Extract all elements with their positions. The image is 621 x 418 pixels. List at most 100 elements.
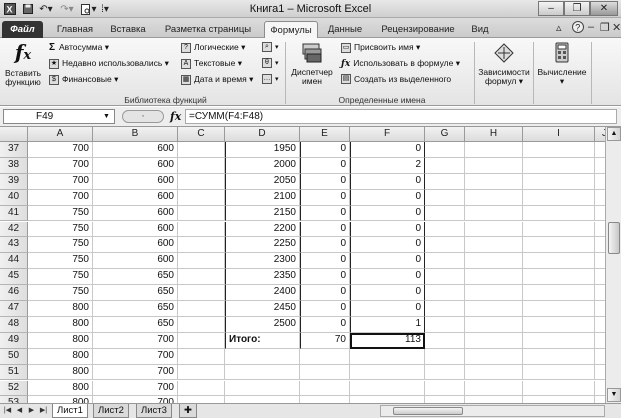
cell-b[interactable]: 700 — [93, 380, 178, 397]
column-header-g[interactable]: G — [425, 127, 465, 142]
cell-i[interactable] — [523, 380, 595, 397]
cell-j[interactable] — [595, 222, 605, 238]
cell-d[interactable]: 2000 — [225, 157, 300, 174]
cell-d[interactable]: 2050 — [225, 173, 300, 190]
cell-b[interactable]: 600 — [93, 157, 178, 174]
cell-a[interactable]: 700 — [28, 157, 93, 174]
sheet-tab-1[interactable]: Лист1 — [52, 404, 88, 418]
cell-f[interactable]: 1 — [350, 316, 425, 333]
cell-c[interactable] — [178, 396, 225, 403]
use-in-formula-button[interactable]: ƒx Использовать в формуле ▾ — [341, 58, 460, 69]
cell-d[interactable]: Итого: — [225, 332, 300, 349]
cell-h[interactable] — [465, 285, 523, 301]
cell-i[interactable] — [523, 364, 595, 381]
cell-g[interactable] — [425, 301, 465, 317]
cell-a[interactable]: 800 — [28, 316, 93, 333]
cell-b[interactable]: 600 — [93, 221, 178, 238]
cell-c[interactable] — [178, 348, 225, 365]
cell-a[interactable]: 750 — [28, 269, 93, 286]
column-header-d[interactable]: D — [225, 127, 300, 142]
scroll-up-arrow-icon[interactable]: ▲ — [607, 127, 621, 141]
cell-d[interactable] — [225, 396, 300, 403]
cell-i[interactable] — [523, 253, 595, 270]
cell-e[interactable]: 0 — [300, 253, 350, 270]
cell-a[interactable]: 800 — [28, 332, 93, 349]
cell-g[interactable] — [425, 364, 465, 381]
cell-f[interactable]: 2 — [350, 157, 425, 174]
cell-c[interactable] — [178, 173, 225, 190]
cell-g[interactable] — [425, 348, 465, 365]
row-header[interactable]: 38 — [0, 157, 28, 174]
tab-view[interactable]: Вид — [466, 21, 494, 38]
more-functions-button[interactable]: … ▾ — [262, 74, 279, 84]
row-header[interactable]: 37 — [0, 142, 28, 158]
cell-f[interactable]: 113 — [350, 332, 425, 349]
cell-a[interactable]: 800 — [28, 301, 93, 317]
cell-f[interactable]: 0 — [350, 301, 425, 317]
minimize-ribbon-icon[interactable]: ▵ — [556, 21, 562, 34]
cell-d[interactable] — [225, 348, 300, 365]
scroll-down-arrow-icon[interactable]: ▼ — [607, 388, 621, 402]
cell-a[interactable]: 750 — [28, 205, 93, 222]
cell-b[interactable]: 600 — [93, 237, 178, 254]
cell-d[interactable]: 2400 — [225, 285, 300, 301]
cell-j[interactable] — [595, 396, 605, 403]
row-header[interactable]: 51 — [0, 364, 28, 381]
cell-a[interactable]: 750 — [28, 253, 93, 270]
cell-f[interactable] — [350, 348, 425, 365]
row-header[interactable]: 53 — [0, 396, 28, 403]
cell-d[interactable] — [225, 364, 300, 381]
insert-function-button[interactable]: fx Вставить функцию — [2, 40, 44, 87]
row-header[interactable]: 41 — [0, 205, 28, 222]
cell-e[interactable]: 70 — [300, 332, 350, 349]
column-header-e[interactable]: E — [300, 127, 350, 142]
cell-i[interactable] — [523, 348, 595, 365]
row-header[interactable]: 49 — [0, 332, 28, 349]
cell-b[interactable]: 600 — [93, 189, 178, 206]
row-header[interactable]: 47 — [0, 301, 28, 317]
formula-input[interactable]: =СУММ(F4:F48) — [185, 109, 617, 124]
cell-a[interactable]: 700 — [28, 189, 93, 206]
autosum-button[interactable]: Σ Автосумма ▾ — [49, 42, 109, 53]
cell-g[interactable] — [425, 332, 465, 349]
cell-g[interactable] — [425, 285, 465, 301]
name-box-dropdown-icon[interactable]: ▼ — [103, 113, 110, 120]
row-header[interactable]: 39 — [0, 173, 28, 190]
cell-g[interactable] — [425, 253, 465, 270]
cell-h[interactable] — [465, 237, 523, 254]
cell-c[interactable] — [178, 189, 225, 206]
cell-f[interactable]: 0 — [350, 173, 425, 190]
cell-g[interactable] — [425, 221, 465, 238]
define-name-button[interactable]: ▭ Присвоить имя ▾ — [341, 42, 420, 53]
cell-i[interactable] — [523, 237, 595, 254]
cell-b[interactable]: 700 — [93, 396, 178, 403]
cell-f[interactable]: 0 — [350, 221, 425, 238]
workbook-minimize-icon[interactable]: – — [588, 21, 594, 33]
cell-i[interactable] — [523, 301, 595, 317]
cell-d[interactable]: 2150 — [225, 205, 300, 222]
cell-e[interactable]: 0 — [300, 205, 350, 222]
date-time-button[interactable]: ▦ Дата и время ▾ — [181, 74, 253, 85]
cell-e[interactable]: 0 — [300, 269, 350, 286]
cell-c[interactable] — [178, 142, 225, 158]
tab-home[interactable]: Главная — [50, 21, 100, 38]
insert-function-fx-icon[interactable]: fx — [170, 110, 181, 123]
cell-j[interactable] — [595, 381, 605, 397]
cell-i[interactable] — [523, 173, 595, 190]
sheet-tab-3[interactable]: Лист3 — [136, 404, 172, 418]
tab-data[interactable]: Данные — [322, 21, 368, 38]
vertical-scrollbar[interactable]: ▲ ▼ — [605, 127, 621, 403]
cell-e[interactable] — [300, 348, 350, 365]
cell-b[interactable]: 650 — [93, 301, 178, 317]
cell-b[interactable]: 600 — [93, 142, 178, 158]
cell-c[interactable] — [178, 253, 225, 270]
minimize-button[interactable]: – — [538, 1, 564, 16]
workbook-close-icon[interactable]: ✕ — [612, 21, 621, 34]
tab-page-layout[interactable]: Разметка страницы — [156, 21, 260, 38]
last-sheet-icon[interactable]: ▶| — [38, 405, 49, 417]
cell-i[interactable] — [523, 157, 595, 174]
cell-a[interactable]: 700 — [28, 142, 93, 158]
cell-b[interactable]: 700 — [93, 348, 178, 365]
cell-i[interactable] — [523, 142, 595, 158]
cell-d[interactable]: 2250 — [225, 237, 300, 254]
